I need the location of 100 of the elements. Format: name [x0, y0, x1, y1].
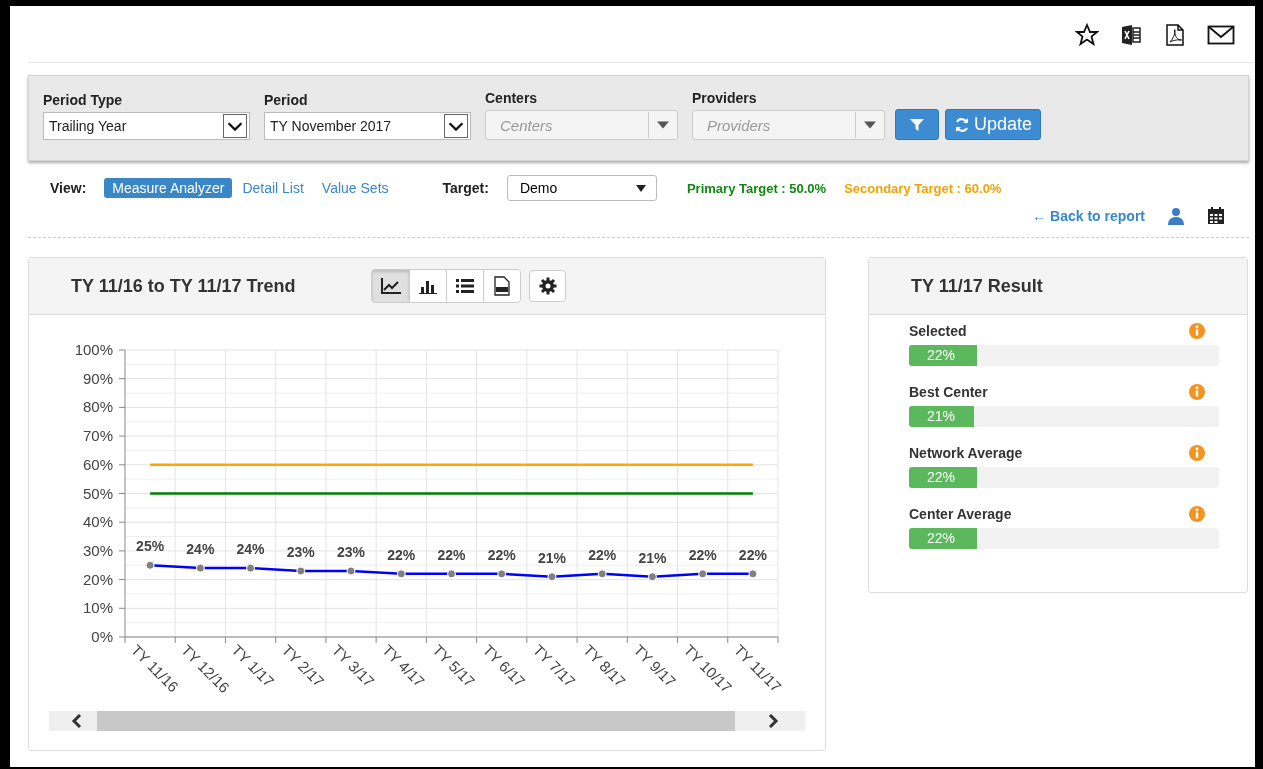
primary-target-text: Primary Target : 50.0%: [686, 180, 827, 196]
caret-icon: [635, 184, 646, 192]
data-label: 21%: [537, 549, 566, 566]
data-point: [647, 572, 657, 582]
data-point: [748, 569, 758, 579]
secondary-target-text: Secondary Target : 60.0%: [844, 180, 1002, 196]
x-tick-label: TY 5/17: [429, 641, 479, 691]
data-label: 21%: [638, 549, 667, 566]
y-tick-label: 40%: [82, 513, 113, 531]
data-point: [497, 569, 507, 579]
data-point: [246, 563, 256, 573]
x-tick-label: TY 9/17: [630, 641, 680, 691]
data-label: 22%: [738, 546, 767, 563]
data-label: 22%: [588, 546, 617, 563]
x-tick-label: TY 8/17: [580, 641, 630, 691]
data-label: 23%: [337, 544, 366, 560]
y-tick-label: 0%: [91, 628, 113, 645]
card-title: TY 11/17 Result: [911, 275, 1043, 297]
caret-icon: [657, 121, 669, 129]
chart-type-button[interactable]: [409, 270, 447, 302]
y-tick-label: 50%: [82, 484, 113, 502]
view-tab[interactable]: Measure Analyzer: [104, 178, 233, 198]
filter-label: Period Type: [43, 92, 124, 108]
pdf-icon[interactable]: [1163, 23, 1187, 47]
x-tick-label: TY 3/17: [328, 641, 378, 691]
filter-label: Centers: [485, 90, 539, 106]
y-tick-label: 80%: [82, 398, 113, 416]
result-label: Selected: [909, 323, 967, 339]
data-point: [296, 566, 306, 576]
data-label: 24%: [186, 541, 215, 558]
data-point: [447, 569, 456, 579]
data-point: [346, 566, 356, 576]
settings-icon: [538, 277, 557, 295]
dropdown[interactable]: TY November 2017: [264, 112, 471, 140]
y-tick-label: 30%: [82, 541, 113, 559]
caret-icon: [864, 121, 876, 129]
star-icon[interactable]: [1075, 23, 1099, 47]
data-point: [547, 572, 557, 582]
back-link[interactable]: ← Back to report: [1032, 208, 1145, 224]
calendar-icon[interactable]: [1207, 207, 1225, 225]
y-tick-label: 90%: [82, 369, 113, 387]
result-label: Network Average: [909, 445, 1023, 461]
combo-field[interactable]: Centers: [485, 110, 678, 140]
combo-field[interactable]: Providers: [692, 110, 885, 140]
progress-value: 22%: [926, 347, 956, 363]
filter-icon: [910, 117, 924, 132]
data-label: 22%: [688, 546, 717, 563]
x-tick-label: TY 7/17: [529, 641, 579, 691]
chart-type-button[interactable]: [372, 270, 410, 302]
data-label: 22%: [487, 546, 516, 563]
view-tab[interactable]: Detail List: [234, 178, 312, 198]
chart-type-button[interactable]: [446, 270, 484, 302]
y-tick-label: 10%: [82, 599, 113, 617]
y-tick-label: 100%: [74, 341, 113, 358]
spreadsheet-file-icon: [494, 276, 511, 296]
filter-label: Providers: [692, 90, 758, 106]
x-tick-label: TY 4/17: [379, 641, 429, 691]
dropdown[interactable]: Trailing Year: [43, 112, 250, 140]
chevron-icon: [444, 114, 468, 138]
data-label: 22%: [437, 546, 466, 563]
mail-icon[interactable]: [1207, 25, 1235, 45]
view-tab[interactable]: Value Sets: [313, 178, 397, 198]
x-tick-label: TY 2/17: [278, 641, 328, 691]
list-icon: [456, 278, 475, 294]
data-label: 23%: [286, 544, 315, 560]
chevron-left-icon[interactable]: [71, 714, 83, 728]
horizontal-scrollbar[interactable]: [49, 711, 805, 731]
chart-type-button[interactable]: [483, 270, 521, 302]
progress-value: 22%: [926, 530, 956, 546]
line-chart-icon: [380, 278, 401, 294]
result-label: Center Average: [909, 506, 1012, 522]
chevron-right-icon[interactable]: [767, 714, 779, 728]
data-label: 25%: [136, 538, 165, 555]
data-label: 22%: [387, 546, 416, 563]
y-tick-label: 60%: [82, 455, 113, 473]
data-label: 24%: [236, 541, 265, 558]
data-point: [195, 563, 205, 573]
settings-button[interactable]: [529, 270, 567, 302]
data-point: [597, 569, 607, 579]
filter-button[interactable]: [895, 109, 939, 140]
y-tick-label: 70%: [82, 427, 113, 445]
progress-value: 21%: [926, 408, 956, 424]
chevron-icon: [223, 114, 247, 138]
x-tick-label: TY 1/17: [228, 641, 278, 691]
target-dropdown[interactable]: Demo: [506, 175, 657, 201]
excel-icon[interactable]: [1119, 23, 1143, 47]
filter-label: Period: [264, 92, 309, 108]
data-point: [698, 569, 708, 579]
target-label: Target:: [442, 180, 489, 196]
data-point: [396, 569, 406, 579]
user-icon[interactable]: [1167, 207, 1185, 225]
bar-chart-icon: [419, 278, 438, 294]
view-label: View:: [50, 180, 87, 196]
progress-value: 22%: [926, 469, 956, 485]
x-tick-label: TY 6/17: [479, 641, 529, 691]
refresh-icon: [954, 116, 970, 133]
data-point: [145, 560, 155, 570]
y-tick-label: 20%: [82, 570, 113, 588]
update-button[interactable]: Update: [945, 109, 1042, 140]
card-title: TY 11/16 to TY 11/17 Trend: [71, 275, 296, 297]
